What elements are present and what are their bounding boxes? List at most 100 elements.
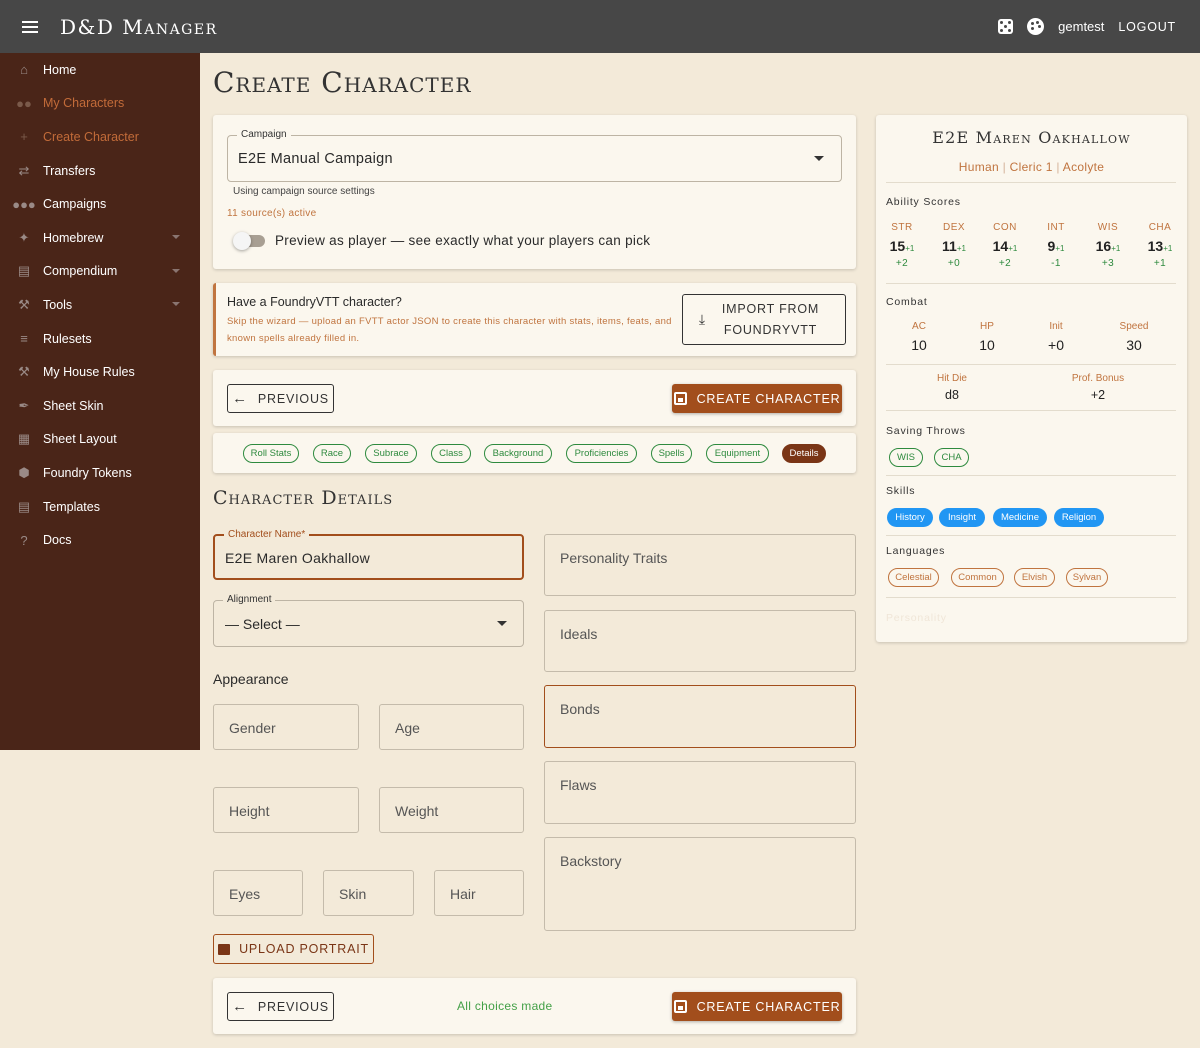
sidebar-item-templates[interactable]: ▤ Templates — [0, 490, 200, 524]
combat-value: 30 — [1126, 337, 1142, 353]
age-placeholder: Age — [395, 720, 420, 736]
create-character-button-bottom[interactable]: CREATE CHARACTER — [672, 992, 842, 1021]
sidebar-item-transfers[interactable]: ⇄ Transfers — [0, 154, 200, 188]
swap-icon: ⇄ — [18, 162, 30, 178]
previous-label: PREVIOUS — [257, 391, 329, 406]
sidebar-item-foundry-tokens[interactable]: ⬢ Foundry Tokens — [0, 456, 200, 490]
skin-input[interactable]: Skin — [323, 870, 414, 916]
bonds-placeholder: Bonds — [560, 701, 600, 717]
upload-icon: ⤓ — [698, 311, 706, 327]
previous-button-bottom[interactable]: ← PREVIOUS — [227, 992, 334, 1021]
preview-name: E2E Maren Oakhallow — [932, 128, 1131, 147]
divider — [886, 535, 1176, 536]
ability-wis: WIS 16+1 +3 — [1083, 222, 1133, 269]
cube-icon: ⬢ — [18, 464, 30, 480]
plus-icon: + — [20, 129, 28, 145]
home-icon: ⌂ — [20, 62, 28, 78]
preview-background: Acolyte — [1062, 160, 1105, 174]
sidebar-item-create-character[interactable]: + Create Character — [0, 120, 200, 154]
sidebar-item-homebrew[interactable]: ✦ Homebrew — [0, 221, 200, 255]
campaign-select[interactable]: Campaign E2E Manual Campaign — [227, 129, 842, 182]
separator: | — [1056, 160, 1060, 174]
create-label: CREATE CHARACTER — [696, 999, 841, 1014]
logout-button[interactable]: LOGOUT — [1118, 20, 1176, 34]
hit-die-label: Hit Die — [936, 373, 967, 384]
sidebar-item-label: My House Rules — [43, 365, 135, 380]
character-name-input[interactable]: Character Name* E2E Maren Oakhallow — [213, 529, 524, 580]
dice-icon[interactable] — [998, 19, 1014, 34]
step-proficiencies[interactable]: Proficiencies — [566, 444, 637, 463]
combat-value: 10 — [979, 337, 995, 353]
completion-status: All choices made — [457, 999, 553, 1013]
step-class[interactable]: Class — [431, 444, 471, 463]
chevron-down-icon — [172, 268, 180, 273]
step-subrace[interactable]: Subrace — [365, 444, 417, 463]
divider — [886, 597, 1176, 598]
language-chip-elvish: Elvish — [1014, 568, 1055, 587]
sidebar-item-sheet-layout[interactable]: ▦ Sheet Layout — [0, 423, 200, 457]
character-name-value: E2E Maren Oakhallow — [225, 550, 370, 566]
preview-toggle-knob[interactable] — [233, 232, 251, 250]
upload-portrait-button[interactable]: UPLOAD PORTRAIT — [213, 934, 374, 964]
ability-score: 13 — [1147, 238, 1164, 254]
eyes-input[interactable]: Eyes — [213, 870, 303, 916]
chevron-down-icon — [172, 234, 180, 239]
alignment-value: — Select — — [225, 616, 300, 632]
language-chip-common: Common — [951, 568, 1004, 587]
step-background[interactable]: Background — [484, 444, 552, 463]
sidebar-item-home[interactable]: ⌂ Home — [0, 53, 200, 87]
step-spells[interactable]: Spells — [651, 444, 692, 463]
sidebar-item-label: Foundry Tokens — [43, 465, 132, 480]
height-input[interactable]: Height — [213, 787, 359, 833]
step-equipment[interactable]: Equipment — [706, 444, 769, 463]
weight-input[interactable]: Weight — [379, 787, 524, 833]
previous-button[interactable]: ← PREVIOUS — [227, 384, 334, 413]
chevron-down-icon — [172, 302, 180, 307]
previous-label: PREVIOUS — [257, 999, 329, 1014]
combat-value: +0 — [1048, 337, 1064, 353]
skills-heading: Skills — [886, 485, 916, 497]
prof-label: Prof. Bonus — [1071, 373, 1125, 384]
ideals-input[interactable]: Ideals — [544, 610, 856, 672]
import-button-line1: IMPORT FROM — [721, 301, 820, 316]
flaws-input[interactable]: Flaws — [544, 761, 856, 824]
hair-input[interactable]: Hair — [434, 870, 524, 916]
ability-cha: CHA 13+1 +1 — [1135, 222, 1185, 269]
backstory-input[interactable]: Backstory — [544, 837, 856, 931]
personality-traits-input[interactable]: Personality Traits — [544, 534, 856, 596]
sidebar-item-label: Tools — [43, 297, 73, 312]
alignment-select[interactable]: Alignment — Select — — [213, 594, 524, 647]
sidebar-item-campaigns[interactable]: ●●● Campaigns — [0, 187, 200, 221]
create-character-button[interactable]: CREATE CHARACTER — [672, 384, 842, 413]
sidebar-item-my-characters[interactable]: ●● My Characters — [0, 87, 200, 121]
import-foundry-button[interactable]: ⤓ IMPORT FROM FOUNDRYVTT — [682, 294, 846, 345]
app-title[interactable]: D&D Manager — [60, 15, 218, 39]
document-icon: ▤ — [17, 498, 31, 514]
sidebar-item-label: Docs — [43, 533, 72, 548]
step-race[interactable]: Race — [313, 444, 351, 463]
sidebar-item-label: Campaigns — [43, 197, 107, 212]
sidebar-item-rulesets[interactable]: ≡ Rulesets — [0, 322, 200, 356]
skill-chip-insight: Insight — [939, 508, 985, 527]
sidebar-item-sheet-skin[interactable]: ✒ Sheet Skin — [0, 389, 200, 423]
chevron-down-icon — [814, 156, 824, 161]
palette-icon[interactable] — [1027, 18, 1045, 35]
gender-input[interactable]: Gender — [213, 704, 359, 750]
step-roll-stats[interactable]: Roll Stats — [243, 444, 299, 463]
sidebar-item-house-rules[interactable]: ⚒ My House Rules — [0, 355, 200, 389]
sidebar-item-label: Rulesets — [43, 331, 92, 346]
age-input[interactable]: Age — [379, 704, 524, 750]
people-icon: ●● — [16, 95, 32, 111]
alignment-label: Alignment — [223, 594, 276, 605]
save-chip-wis: WIS — [889, 448, 923, 467]
step-details[interactable]: Details — [782, 444, 826, 463]
sidebar-item-compendium[interactable]: ▤ Compendium — [0, 255, 200, 289]
skill-chip-medicine: Medicine — [993, 508, 1047, 527]
bonds-input[interactable]: Bonds — [544, 685, 856, 748]
sidebar-item-tools[interactable]: ⚒ Tools — [0, 288, 200, 322]
sidebar-item-docs[interactable]: ? Docs — [0, 523, 200, 557]
skill-chip-history: History — [887, 508, 933, 527]
ideals-placeholder: Ideals — [560, 626, 598, 642]
foundry-title: Have a FoundryVTT character? — [227, 295, 402, 309]
hamburger-menu-icon[interactable] — [22, 20, 38, 33]
